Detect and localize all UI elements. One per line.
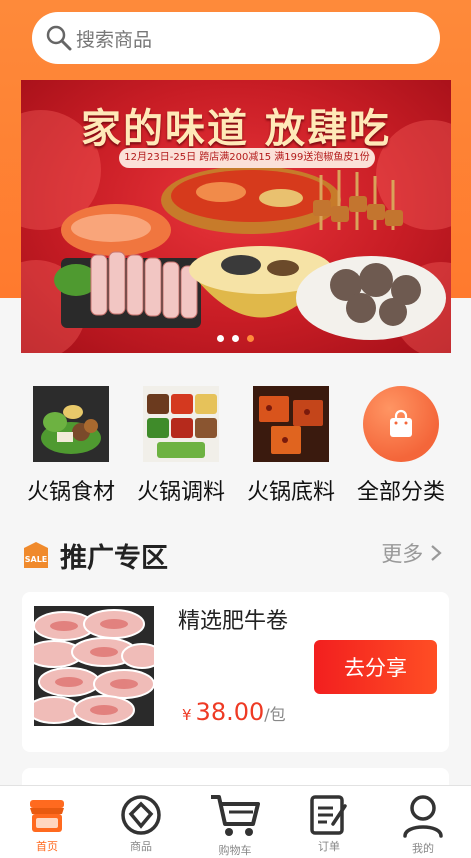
tab-label: 购物车 (218, 844, 252, 857)
category-label: 火锅调料 (136, 480, 225, 505)
search-icon (46, 25, 72, 51)
product-name: 精选肥牛卷 (178, 609, 289, 634)
product-image (34, 606, 154, 726)
more-label: 更多 (381, 542, 424, 566)
category-hotpot-base[interactable]: 火锅底料 (236, 386, 346, 506)
banner-title: 家的味道 放肆吃 (81, 105, 391, 152)
promo-banner[interactable]: 家的味道 放肆吃 12月23日-25日 跨店满200减15 满199送泡椒鱼皮1… (21, 80, 451, 353)
carousel-dot[interactable] (217, 335, 224, 342)
shopping-bag-icon (363, 386, 439, 462)
tab-label: 我的 (412, 842, 434, 855)
tab-orders[interactable]: 订单 (282, 786, 376, 858)
more-link[interactable]: 更多 (381, 538, 442, 568)
category-label: 全部分类 (356, 480, 445, 505)
store-icon (30, 800, 64, 832)
product-card[interactable]: 精选肥牛卷 ¥38.00/包 去分享 (22, 592, 449, 752)
category-label: 火锅食材 (26, 480, 115, 505)
category-image (143, 386, 219, 462)
category-all[interactable]: 全部分类 (346, 386, 456, 506)
sale-tag-icon: SALE (24, 542, 48, 568)
product-price: ¥38.00/包 (182, 698, 286, 726)
carousel-dot[interactable] (232, 335, 239, 342)
price-currency: ¥ (182, 706, 192, 724)
search-input[interactable]: 搜索商品 (76, 25, 152, 52)
goods-icon (121, 795, 161, 835)
tab-products[interactable]: 商品 (94, 786, 188, 858)
share-button[interactable]: 去分享 (314, 640, 437, 694)
promo-section-header: SALE 推广专区 更多 (22, 536, 448, 576)
chevron-right-icon (431, 545, 442, 561)
bottom-tab-bar: 首页 商品 购物车 订单 我的 (0, 785, 471, 858)
promo-title: 推广专区 (60, 543, 168, 574)
price-value: 38.00 (195, 698, 265, 726)
tab-cart[interactable]: 购物车 (188, 786, 282, 858)
banner-subtitle: 12月23日-25日 跨店满200减15 满199送泡椒鱼皮1份 (119, 148, 375, 168)
carousel-dot-active[interactable] (247, 335, 254, 342)
tab-label: 首页 (36, 840, 58, 853)
category-image (33, 386, 109, 462)
tab-profile[interactable]: 我的 (376, 786, 470, 858)
cart-icon (211, 795, 260, 836)
sale-badge-text: SALE (25, 555, 48, 564)
tab-label: 订单 (318, 840, 340, 853)
category-image (253, 386, 329, 462)
price-unit: /包 (264, 705, 286, 724)
category-label: 火锅底料 (246, 480, 335, 505)
tab-label: 商品 (130, 840, 152, 853)
tab-home[interactable]: 首页 (0, 786, 94, 858)
order-list-icon (310, 795, 347, 835)
search-bar[interactable]: 搜索商品 (32, 12, 440, 64)
category-hotpot-ingredients[interactable]: 火锅食材 (16, 386, 126, 506)
category-hotpot-seasoning[interactable]: 火锅调料 (126, 386, 236, 506)
user-icon (403, 795, 443, 838)
carousel-dots[interactable] (217, 335, 254, 342)
